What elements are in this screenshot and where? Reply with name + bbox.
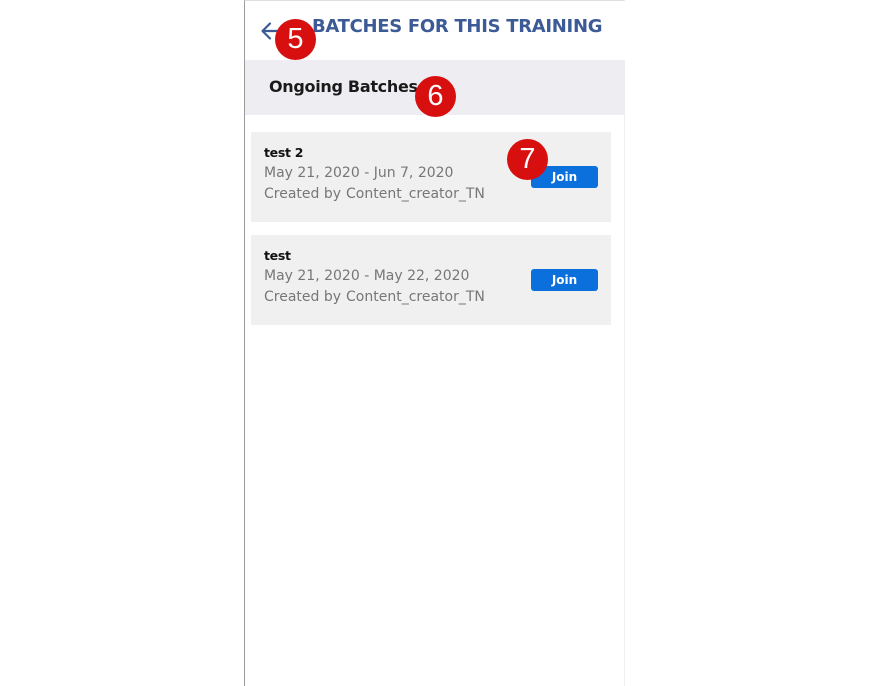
created-by-label: Created by xyxy=(264,186,342,202)
batch-creator: Created by Content_creator_TN xyxy=(264,186,485,202)
section-title: Ongoing Batches xyxy=(269,77,418,96)
batch-card-test: test May 21, 2020 - May 22, 2020 Created… xyxy=(251,235,611,325)
step-marker-7: 7 xyxy=(507,139,548,180)
batch-name: test 2 xyxy=(264,145,304,160)
batch-dates: May 21, 2020 - May 22, 2020 xyxy=(264,268,470,284)
batch-card-test-2: test 2 May 21, 2020 - Jun 7, 2020 Create… xyxy=(251,132,611,222)
step-marker-5: 5 xyxy=(275,19,316,60)
batch-name: test xyxy=(264,248,291,263)
batch-creator: Created by Content_creator_TN xyxy=(264,289,485,305)
page-title: BATCHES FOR THIS TRAINING xyxy=(312,16,603,37)
creator-name: Content_creator_TN xyxy=(346,186,485,202)
batch-dates: May 21, 2020 - Jun 7, 2020 xyxy=(264,165,454,181)
created-by-label: Created by xyxy=(264,289,342,305)
creator-name: Content_creator_TN xyxy=(346,289,485,305)
join-button[interactable]: Join xyxy=(531,269,598,291)
step-marker-6: 6 xyxy=(415,76,456,117)
